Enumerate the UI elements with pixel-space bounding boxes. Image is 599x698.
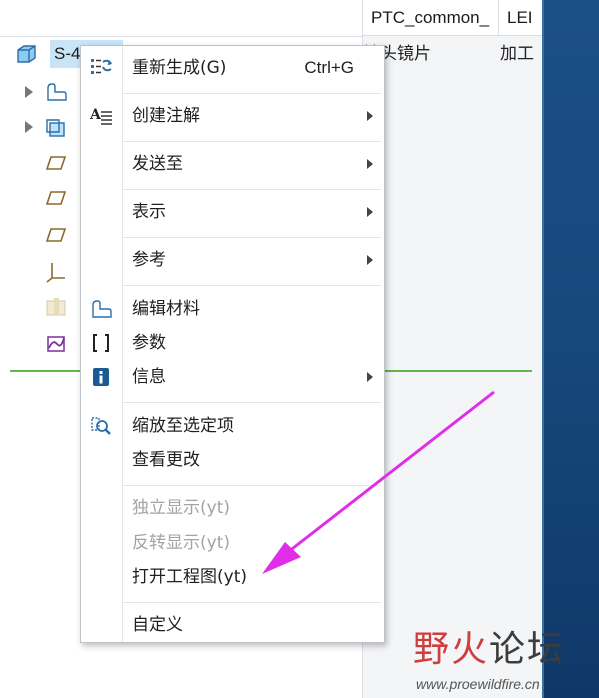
info-icon — [93, 368, 109, 386]
submenu-arrow-icon — [367, 159, 373, 169]
menu-item-label: 自定义 — [132, 615, 183, 635]
watermark-part2: 论坛 — [489, 629, 566, 670]
model-tree-header — [0, 0, 362, 37]
material-icon — [92, 300, 112, 318]
menu-item-label: 表示 — [132, 202, 166, 222]
column-header-lei[interactable]: LEI — [499, 0, 543, 36]
coordinate-system-icon — [46, 263, 65, 283]
menu-item-label: 编辑材料 — [132, 299, 200, 319]
menu-item-info[interactable]: 信息 — [81, 360, 384, 394]
menu-item-label: 创建注解 — [132, 106, 200, 126]
menu-item-reverse-display[interactable]: 反转显示(yt) — [81, 526, 384, 560]
feature-icon — [46, 298, 66, 316]
datum-plane-icon — [45, 191, 67, 205]
sketch-icon — [47, 336, 65, 352]
cell-lei: 加工 — [500, 44, 534, 64]
watermark-url: www.proewildfire.cn — [416, 676, 540, 692]
menu-item-references[interactable]: 参考 — [81, 243, 384, 277]
menu-item-label: 重新生成(G) — [132, 58, 227, 78]
side-panel — [542, 0, 599, 698]
body-icon — [46, 119, 65, 137]
menu-item-label: 信息 — [132, 367, 166, 387]
menu-separator — [123, 402, 381, 403]
menu-item-label: 独立显示(yt) — [132, 498, 230, 518]
menu-item-label: 打开工程图(yt) — [132, 567, 247, 587]
menu-separator — [123, 485, 381, 486]
submenu-arrow-icon — [367, 255, 373, 265]
menu-separator — [123, 237, 381, 238]
menu-item-label: 发送至 — [132, 154, 183, 174]
menu-item-view-changes[interactable]: 查看更改 — [81, 443, 384, 477]
menu-item-representation[interactable]: 表示 — [81, 195, 384, 229]
menu-item-edit-material[interactable]: 编辑材料 — [81, 292, 384, 326]
part-icon — [17, 45, 36, 63]
menu-item-zoom-to-selected[interactable]: 缩放至选定项 — [81, 409, 384, 443]
menu-item-label: 缩放至选定项 — [132, 416, 234, 436]
menu-item-customize[interactable]: 自定义 — [81, 608, 384, 642]
menu-item-parameters[interactable]: 参数 — [81, 326, 384, 360]
columns-pane: PTC_common_ LEI 镜头镜片 加工 — [362, 0, 543, 698]
menu-item-open-drawing[interactable]: 打开工程图(yt) — [81, 560, 384, 594]
datum-plane-icon — [45, 156, 67, 170]
menu-separator — [123, 602, 381, 603]
context-menu: 重新生成(G) Ctrl+G A 创建注解 发送至 表示 参考 编辑材料 参数 … — [80, 45, 385, 643]
material-icon — [47, 83, 67, 101]
menu-item-create-annotation[interactable]: A 创建注解 — [81, 99, 384, 133]
menu-item-label: 参数 — [132, 333, 166, 353]
menu-separator — [123, 93, 381, 94]
zoom-to-selected-icon — [91, 417, 111, 435]
submenu-arrow-icon — [367, 207, 373, 217]
menu-separator — [123, 189, 381, 190]
menu-separator — [123, 285, 381, 286]
app-window: S-4.PRT — [0, 0, 599, 698]
expand-arrow-icon[interactable] — [25, 121, 33, 133]
menu-separator — [123, 141, 381, 142]
menu-item-shortcut: Ctrl+G — [304, 58, 354, 77]
menu-item-send-to[interactable]: 发送至 — [81, 147, 384, 181]
annotation-icon: A — [89, 107, 112, 125]
watermark-logo: 野火论坛 — [413, 630, 565, 670]
submenu-arrow-icon — [367, 111, 373, 121]
menu-item-label: 反转显示(yt) — [132, 533, 230, 553]
menu-item-label: 参考 — [132, 250, 166, 270]
submenu-arrow-icon — [367, 372, 373, 382]
regenerate-icon — [91, 59, 112, 74]
menu-item-isolate-display[interactable]: 独立显示(yt) — [81, 491, 384, 525]
datum-plane-icon — [45, 228, 67, 242]
menu-item-regenerate[interactable]: 重新生成(G) Ctrl+G — [81, 51, 384, 85]
watermark-part1: 野火 — [413, 629, 490, 670]
menu-item-label: 查看更改 — [132, 450, 200, 470]
parameters-icon — [93, 334, 109, 352]
svg-text:A: A — [89, 107, 102, 123]
column-header-ptc-common[interactable]: PTC_common_ — [363, 0, 499, 36]
expand-arrow-icon[interactable] — [25, 86, 33, 98]
